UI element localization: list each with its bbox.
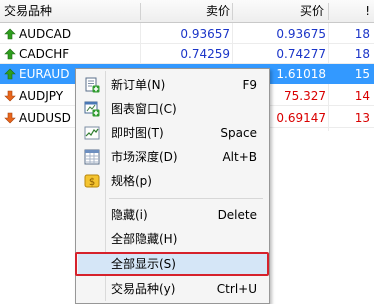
menu-item-symbols[interactable]: 交易品种(y) Ctrl+U (78, 278, 267, 300)
down-arrow-icon (4, 90, 16, 102)
ask-cell: 0.74277 (276, 47, 326, 61)
spread-cell: 15 (354, 67, 370, 81)
menu-item-label: 交易品种(y) (111, 282, 176, 296)
column-header-bid[interactable]: 卖价 (140, 0, 230, 23)
menu-item-shortcut: Ctrl+U (216, 282, 257, 296)
up-arrow-icon (4, 68, 16, 80)
market-depth-icon (84, 149, 100, 165)
column-header-symbol[interactable]: 交易品种 (4, 0, 52, 23)
table-row[interactable]: CADCHF 0.74259 0.74277 18 (0, 44, 374, 64)
menu-item-tick-chart[interactable]: 即时图(T) Space (78, 122, 267, 144)
bid-cell: 0.74259 (180, 47, 230, 61)
up-arrow-icon (4, 48, 16, 60)
symbol-cell: EURAUD (19, 67, 70, 81)
column-header-ask[interactable]: 买价 (232, 0, 324, 23)
menu-item-shortcut: F9 (242, 78, 257, 92)
new-order-icon (85, 77, 100, 93)
symbol-cell: CADCHF (19, 47, 70, 61)
menu-item-specification[interactable]: $ 规格(p) (78, 170, 267, 192)
menu-item-label: 图表窗口(C) (111, 102, 177, 116)
menu-item-market-depth[interactable]: 市场深度(D) Alt+B (78, 146, 267, 168)
menu-item-chart-window[interactable]: 图表窗口(C) (78, 98, 267, 120)
spread-cell: 18 (354, 47, 370, 61)
menu-separator (109, 198, 263, 199)
menu-item-label: 全部隐藏(H) (111, 232, 178, 246)
symbol-cell: AUDCAD (19, 27, 72, 41)
svg-text:$: $ (89, 177, 95, 188)
menu-item-shortcut: Delete (217, 208, 257, 222)
specification-icon: $ (84, 174, 100, 188)
menu-item-label: 即时图(T) (111, 126, 164, 140)
menu-item-label: 市场深度(D) (111, 150, 178, 164)
column-header-spread[interactable]: ! (328, 0, 370, 23)
table-row[interactable]: AUDCAD 0.93657 0.93675 18 (0, 24, 374, 44)
menu-item-new-order[interactable]: 新订单(N) F9 (78, 74, 267, 96)
tick-chart-icon (84, 126, 100, 140)
bid-cell: 0.93657 (180, 27, 230, 41)
menu-item-shortcut: Alt+B (222, 150, 257, 164)
chart-window-icon (84, 101, 100, 117)
menu-item-label: 隐藏(i) (111, 208, 148, 222)
menu-item-label: 新订单(N) (111, 78, 166, 92)
symbol-cell: AUDJPY (19, 89, 64, 103)
menu-item-hide-all[interactable]: 全部隐藏(H) (78, 228, 267, 250)
menu-item-shortcut: Space (220, 126, 257, 140)
spread-cell: 13 (354, 111, 370, 125)
spread-cell: 14 (354, 89, 370, 103)
menu-item-label: 规格(p) (111, 174, 152, 188)
symbol-cell: AUDUSD (19, 111, 71, 125)
up-arrow-icon (4, 28, 16, 40)
highlight-annotation-box (75, 252, 269, 276)
table-header: 交易品种 卖价 买价 ! (0, 0, 374, 23)
spread-cell: 18 (354, 27, 370, 41)
menu-item-hide[interactable]: 隐藏(i) Delete (78, 204, 267, 226)
ask-cell: 0.93675 (276, 27, 326, 41)
down-arrow-icon (4, 112, 16, 124)
